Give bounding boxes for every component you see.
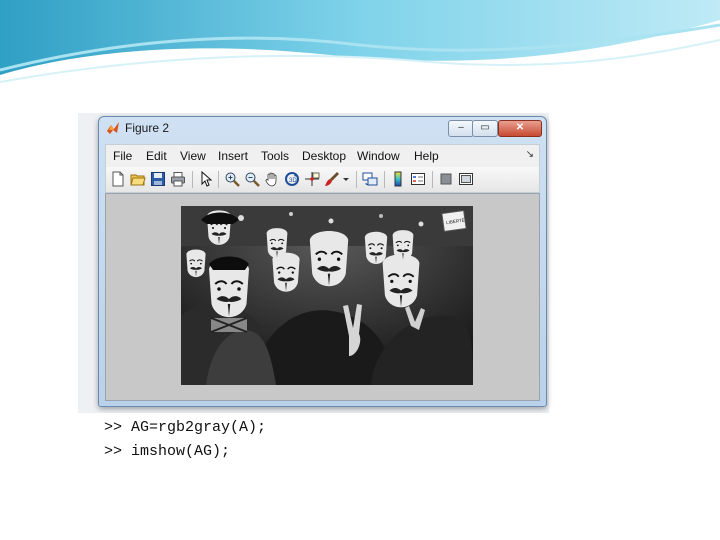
menu-file[interactable]: File [113, 149, 132, 163]
figure-toolbar: 3D [105, 167, 540, 193]
close-button[interactable]: ✕ [498, 120, 542, 137]
insert-legend-icon[interactable] [410, 171, 426, 187]
new-figure-icon[interactable] [110, 171, 126, 187]
show-plot-tools-icon[interactable] [458, 171, 474, 187]
toolbar-separator [218, 171, 219, 188]
window-title: Figure 2 [125, 121, 170, 135]
screenshot-frame: . . . . . Figure 2 – ▭ ✕ File Edit View … [78, 113, 549, 468]
menu-desktop[interactable]: Desktop [302, 149, 346, 163]
hide-plot-tools-icon[interactable] [438, 171, 454, 187]
title-bar[interactable]: Figure 2 – ▭ ✕ [99, 117, 546, 139]
menu-window[interactable]: Window [357, 149, 400, 163]
data-cursor-icon[interactable] [304, 171, 320, 187]
minimize-button[interactable]: – [448, 120, 474, 137]
menu-view[interactable]: View [180, 149, 206, 163]
zoom-out-icon[interactable] [244, 171, 260, 187]
brush-icon[interactable] [324, 171, 340, 187]
open-file-icon[interactable] [130, 171, 146, 187]
menu-insert[interactable]: Insert [218, 149, 248, 163]
maximize-button[interactable]: ▭ [472, 120, 498, 137]
menu-edit[interactable]: Edit [146, 149, 167, 163]
grayscale-photo-image: LIBERTÉ [181, 206, 473, 385]
link-plot-icon[interactable] [362, 171, 378, 187]
menu-bar: File Edit View Insert Tools Desktop Wind… [105, 144, 540, 168]
toolbar-separator [432, 171, 433, 188]
svg-text:3D: 3D [289, 178, 297, 184]
matlab-logo-icon [107, 122, 119, 134]
rotate-3d-icon[interactable]: 3D [284, 171, 300, 187]
command-line-2: >> imshow(AG); [104, 443, 231, 460]
insert-colorbar-icon[interactable] [390, 171, 406, 187]
toolbar-separator [384, 171, 385, 188]
save-icon[interactable] [150, 171, 166, 187]
command-window[interactable]: >> AG=rgb2gray(A); >> imshow(AG); [78, 413, 549, 468]
figure-window[interactable]: Figure 2 – ▭ ✕ File Edit View Insert Too… [98, 116, 547, 407]
dock-arrow-icon[interactable]: ↘ [526, 149, 534, 160]
command-line-1: >> AG=rgb2gray(A); [104, 419, 267, 436]
menu-tools[interactable]: Tools [261, 149, 289, 163]
print-icon[interactable] [170, 171, 186, 187]
header-wave-decoration [0, 0, 720, 83]
figure-axes-canvas[interactable]: LIBERTÉ [105, 193, 540, 401]
zoom-in-icon[interactable] [224, 171, 240, 187]
edit-plot-arrow-icon[interactable] [198, 171, 214, 187]
brush-dropdown-icon[interactable] [342, 171, 350, 187]
pan-hand-icon[interactable] [264, 171, 280, 187]
toolbar-separator [192, 171, 193, 188]
menu-help[interactable]: Help [414, 149, 439, 163]
toolbar-separator [356, 171, 357, 188]
